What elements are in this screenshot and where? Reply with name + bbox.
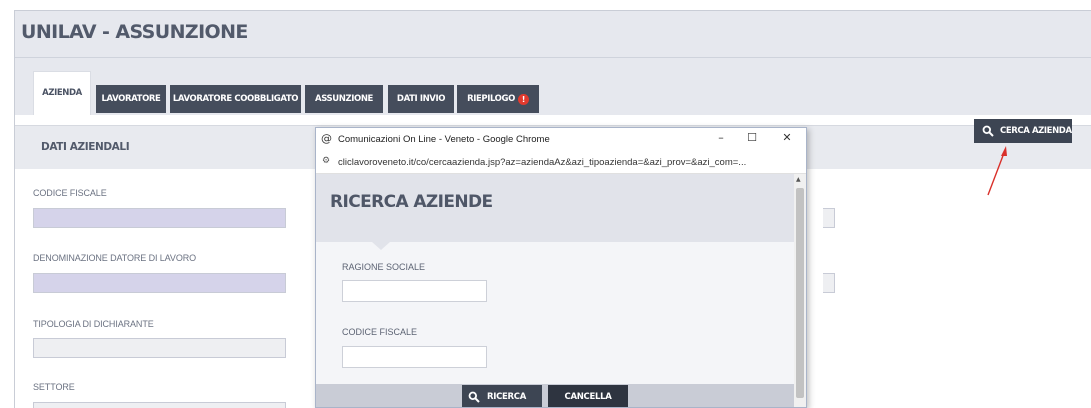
codice-fiscale-input[interactable] [342, 346, 487, 368]
url-text: cliclavoroveneto.it/co/cercaazienda.jsp?… [338, 157, 747, 168]
scroll-up-icon[interactable]: ▲ [796, 176, 801, 183]
minimize-icon[interactable]: – [710, 131, 732, 147]
ricerca-label: RICERCA [487, 392, 527, 402]
window-title: Comunicazioni On Line - Veneto - Google … [338, 134, 550, 145]
site-settings-icon[interactable]: ⚙ [322, 156, 330, 166]
ricerca-button[interactable]: RICERCA [462, 385, 542, 407]
scroll-thumb[interactable] [796, 188, 804, 398]
at-icon: @ [321, 132, 332, 145]
window-titlebar: @ Comunicazioni On Line - Veneto - Googl… [316, 128, 806, 152]
maximize-icon[interactable]: ☐ [741, 131, 763, 147]
popup-content: RICERCA AZIENDE RAGIONE SOCIALE CODICE F… [316, 174, 794, 407]
ragione-sociale-label: RAGIONE SOCIALE [342, 262, 426, 272]
close-icon[interactable]: ✕ [776, 131, 798, 147]
cancella-button[interactable]: CANCELLA [548, 385, 628, 407]
popup-header: RICERCA AZIENDE [316, 174, 794, 242]
ragione-sociale-input[interactable] [342, 280, 487, 302]
cancella-label: CANCELLA [564, 392, 612, 402]
header-notch [372, 242, 390, 250]
search-icon [468, 391, 480, 403]
browser-popup: @ Comunicazioni On Line - Veneto - Googl… [315, 127, 807, 408]
codice-fiscale-label: CODICE FISCALE [342, 327, 418, 337]
scrollbar[interactable]: ▲ [794, 174, 806, 407]
popup-title: RICERCA AZIENDE [330, 192, 493, 212]
address-bar[interactable]: ⚙ cliclavoroveneto.it/co/cercaazienda.js… [316, 152, 806, 174]
